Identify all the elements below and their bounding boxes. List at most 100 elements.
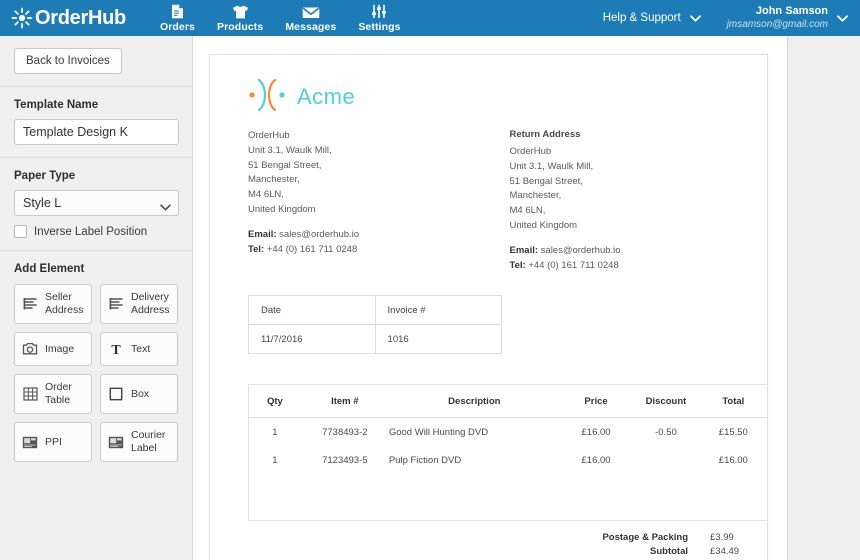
nav-label: Products	[217, 20, 264, 33]
acme-logo: Acme	[248, 77, 743, 117]
address-line: Manchester,	[509, 190, 562, 202]
template-name-input[interactable]	[14, 119, 179, 145]
totals-block[interactable]: Postage & Packing £3.99 Subtotal £34.49 …	[248, 530, 768, 560]
email-value: sales@orderhub.io	[540, 244, 621, 256]
sliders-icon	[371, 4, 387, 19]
address-line: Unit 3.1, Waulk Mill,	[509, 160, 594, 172]
return-address-heading: Return Address	[509, 129, 581, 140]
top-navigation-bar: OrderHub Orders Products Messages Settin…	[0, 0, 860, 36]
element-label: Courier Label	[131, 429, 166, 454]
cell-item: 7123493-5	[322, 455, 368, 467]
add-seller-address-button[interactable]: Seller Address	[14, 284, 92, 324]
address-line: United Kingdom	[248, 204, 316, 216]
col-header-item: Item #	[300, 385, 389, 418]
cell-item: 7738493-2	[322, 426, 368, 438]
add-image-button[interactable]: Image	[14, 332, 92, 366]
add-ppi-button[interactable]: PPI	[14, 422, 92, 462]
element-label: Box	[131, 387, 150, 400]
paper-type-select[interactable]: Style L	[14, 190, 179, 216]
image-icon	[21, 342, 39, 356]
items-table-head: Qty Item # Description Price Discount To…	[249, 385, 767, 418]
element-label: PPI	[45, 435, 62, 448]
acme-arcs-icon	[248, 78, 290, 117]
address-columns: OrderHub Unit 3.1, Waulk Mill, 51 Bengal…	[234, 129, 743, 273]
element-label: Order Table	[45, 381, 72, 406]
totals-table: Postage & Packing £3.99 Subtotal £34.49 …	[602, 530, 768, 560]
svg-text:T: T	[111, 343, 121, 356]
email-row: Email: sales@orderhub.io	[510, 243, 744, 258]
nav-label: Orders	[159, 20, 195, 33]
seller-address-block[interactable]: OrderHub Unit 3.1, Waulk Mill, 51 Bengal…	[248, 129, 482, 273]
invoice-meta-table[interactable]: Date Invoice # 11/7/2016 1016	[248, 295, 503, 355]
table-row: 11/7/2016 1016	[248, 324, 503, 355]
add-courier-label-button[interactable]: Courier Label	[100, 422, 178, 462]
acme-logo-text: Acme	[297, 84, 356, 109]
col-header-price: Price	[559, 385, 633, 418]
brand-name: OrderHub	[35, 6, 126, 29]
order-items-table[interactable]: Qty Item # Description Price Discount To…	[248, 384, 768, 522]
date-header: Date	[248, 295, 376, 326]
tel-label: Tel:	[248, 244, 265, 256]
return-contact: Email: sales@orderhub.io Tel: +44 (0) 16…	[510, 243, 744, 273]
address-line: OrderHub	[509, 146, 552, 157]
grid-table-icon	[21, 387, 39, 401]
sidebar-section-template-name: Template Name	[0, 87, 192, 157]
col-header-qty: Qty	[249, 385, 301, 418]
total-label: Postage & Packing	[602, 531, 688, 543]
address-line: M4 6LN,	[509, 205, 546, 217]
envelope-icon	[302, 4, 320, 19]
help-support-label: Help & Support	[602, 12, 681, 24]
chevron-down-icon	[837, 14, 848, 22]
nav-item-settings[interactable]: Settings	[347, 0, 411, 36]
sidebar: Back to Invoices Template Name Paper Typ…	[0, 36, 193, 560]
primary-nav: Orders Products Messages Settings	[149, 0, 412, 36]
items-table-body: 1 7738493-2 Good Will Hunting DVD £16.00…	[249, 417, 767, 475]
inverse-label-position-label: Inverse Label Position	[34, 225, 148, 238]
return-address-block[interactable]: Return Address OrderHub Unit 3.1, Waulk …	[510, 129, 744, 273]
address-line: M4 6LN,	[248, 189, 284, 201]
invoice-document[interactable]: Acme OrderHub Unit 3.1, Waulk Mill, 51 B…	[209, 54, 768, 560]
table-row: Postage & Packing £3.99	[602, 530, 768, 544]
nav-right-group: Help & Support John Samson jmsamson@gmai…	[603, 0, 860, 36]
address-line: Manchester,	[248, 174, 300, 186]
sidebar-section-back: Back to Invoices	[0, 36, 192, 86]
back-to-invoices-button[interactable]: Back to Invoices	[14, 48, 122, 74]
inverse-label-position-row[interactable]: Inverse Label Position	[14, 225, 178, 238]
address-line: Unit 3.1, Waulk Mill,	[248, 144, 332, 156]
nav-item-messages[interactable]: Messages	[274, 0, 347, 36]
cell-qty: 1	[272, 426, 278, 438]
email-label: Email:	[509, 244, 539, 256]
nav-item-orders[interactable]: Orders	[149, 0, 206, 36]
lines-icon	[21, 297, 39, 311]
items-table: Qty Item # Description Price Discount To…	[249, 385, 767, 475]
app-root: OrderHub Orders Products Messages Settin…	[0, 0, 860, 560]
add-order-table-button[interactable]: Order Table	[14, 374, 92, 414]
stamp-icon	[21, 436, 39, 449]
lines-icon	[107, 297, 125, 311]
document-icon	[171, 4, 184, 19]
user-account-menu[interactable]: John Samson jmsamson@gmail.com	[727, 5, 848, 31]
help-support-menu[interactable]: Help & Support	[603, 12, 701, 24]
user-name: John Samson	[755, 4, 828, 17]
cell-discount: -0.50	[655, 426, 677, 438]
nav-label: Settings	[358, 20, 401, 33]
tshirt-icon	[232, 4, 249, 19]
add-box-button[interactable]: Box	[100, 374, 178, 414]
address-line: 51 Bengal Street,	[248, 159, 322, 171]
tel-value: +44 (0) 161 711 0248	[266, 244, 358, 256]
brand-logo[interactable]: OrderHub	[11, 7, 126, 30]
user-info: John Samson jmsamson@gmail.com	[727, 5, 828, 31]
address-line: United Kingdom	[509, 220, 578, 232]
tel-row: Tel: +44 (0) 161 711 0248	[248, 242, 482, 257]
cell-price: £16.00	[581, 426, 611, 438]
table-header-row: Qty Item # Description Price Discount To…	[249, 385, 767, 418]
total-label: Subtotal	[650, 545, 688, 557]
invoice-header: Invoice #	[374, 295, 503, 326]
add-text-button[interactable]: T Text	[100, 332, 178, 366]
add-delivery-address-button[interactable]: Delivery Address	[100, 284, 178, 324]
cell-description: Pulp Fiction DVD	[388, 455, 462, 467]
date-value: 11/7/2016	[248, 324, 376, 355]
user-email: jmsamson@gmail.com	[726, 18, 828, 30]
nav-item-products[interactable]: Products	[206, 0, 274, 36]
inverse-label-position-checkbox[interactable]	[14, 225, 27, 238]
